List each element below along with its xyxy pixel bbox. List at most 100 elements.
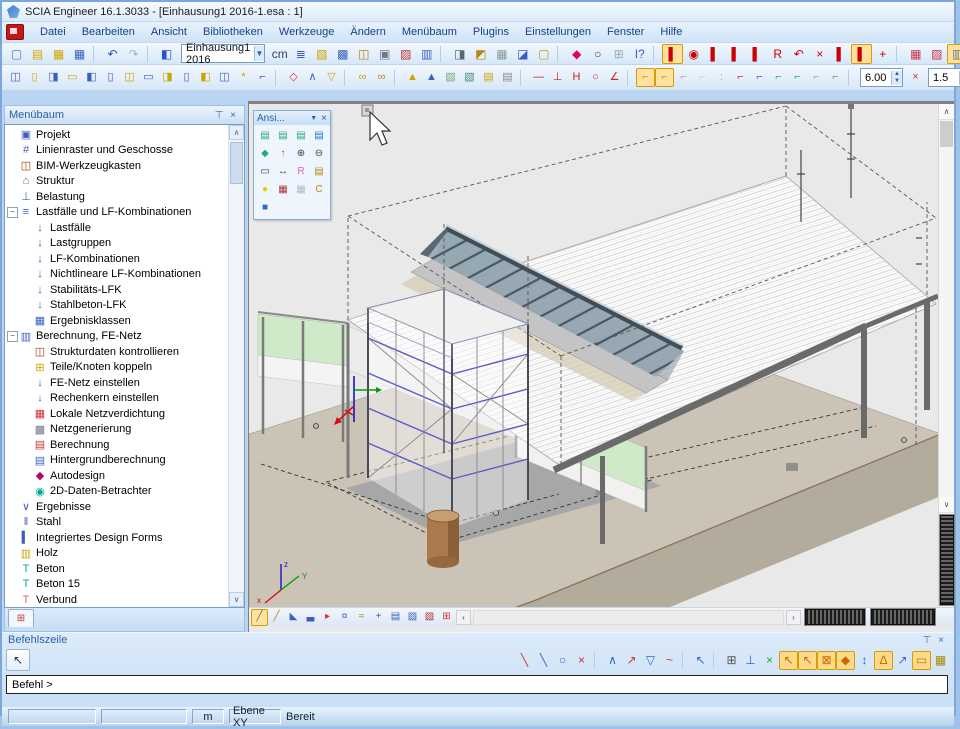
- view-settings-icon[interactable]: ▤: [310, 163, 328, 181]
- 3d-viewport-canvas[interactable]: z Y x Ansi...: [249, 104, 938, 607]
- scrollbar-thumb[interactable]: [940, 121, 953, 147]
- menu-item[interactable]: Plugins: [465, 24, 517, 40]
- chevron-down-icon[interactable]: ▼: [310, 115, 317, 122]
- point-snap-icon[interactable]: ◆: [836, 651, 855, 670]
- tree-item-berechnung[interactable]: ▤ Berechnung: [5, 437, 228, 453]
- tree-expander[interactable]: −: [7, 331, 18, 342]
- save-all-icon[interactable]: ▦: [48, 44, 69, 64]
- intersection-snap-icon[interactable]: ↖: [798, 651, 817, 670]
- zoom-window-icon[interactable]: ▭: [256, 163, 274, 181]
- scale-spinner[interactable]: 6.00 ▲▼: [860, 68, 903, 87]
- tree-expander[interactable]: [21, 378, 32, 387]
- tree-expander[interactable]: [21, 239, 32, 248]
- tree-expander[interactable]: [21, 471, 32, 480]
- extend-icon[interactable]: ×: [906, 68, 925, 87]
- clipping-box-icon[interactable]: C: [310, 181, 328, 199]
- cross-link-icon[interactable]: ▽: [322, 68, 341, 87]
- zoom-selection-icon[interactable]: R: [292, 163, 310, 181]
- project-window-icon[interactable]: ◧: [156, 44, 177, 64]
- tree-item-lastgruppen[interactable]: ↓ Lastgruppen: [5, 236, 228, 252]
- view-cube-icon[interactable]: ■: [256, 199, 274, 217]
- line-perpendicular-icon[interactable]: ⊥: [548, 68, 567, 87]
- support-fixed-icon[interactable]: ▲: [403, 68, 422, 87]
- menu-item[interactable]: Ändern: [342, 24, 393, 40]
- wall-corner4-icon[interactable]: ⌐: [693, 68, 712, 87]
- tree-item-lastfaelle[interactable]: ↓ Lastfälle: [5, 220, 228, 236]
- scroll-up-icon[interactable]: ∧: [939, 104, 954, 120]
- close-icon[interactable]: ×: [226, 110, 240, 121]
- tree-item-nichtlineare-lfk[interactable]: ↓ Nichtlineare LF-Kombinationen: [5, 267, 228, 283]
- load-combination-icon[interactable]: ▌: [725, 44, 746, 64]
- layers-icon[interactable]: ≣: [290, 44, 311, 64]
- tree-item-ergebnisklassen[interactable]: ▦ Ergebnisklassen: [5, 313, 228, 329]
- status-unit[interactable]: m: [192, 709, 224, 724]
- member-haunch-icon[interactable]: ⌐: [253, 68, 272, 87]
- member-rafter-icon[interactable]: ◨: [44, 68, 63, 87]
- chevron-down-icon[interactable]: ▼: [254, 46, 265, 61]
- zoom-all-icon[interactable]: ↔: [274, 163, 292, 181]
- member-subregion-icon[interactable]: ▯: [177, 68, 196, 87]
- support-pinned-icon[interactable]: ▲: [422, 68, 441, 87]
- load-group-icon[interactable]: ◉: [683, 44, 704, 64]
- tree-expander[interactable]: [21, 487, 32, 496]
- pencil-draw-icon[interactable]: ╱: [268, 609, 285, 626]
- view-top-icon[interactable]: ▤: [292, 127, 310, 145]
- hinge-icon[interactable]: ◇: [284, 68, 303, 87]
- support-surface-icon[interactable]: ▧: [441, 68, 460, 87]
- tree-expander[interactable]: [7, 177, 18, 186]
- tree-item-stabilitaets-lfk[interactable]: ↓ Stabilitäts-LFK: [5, 282, 228, 298]
- wall-end-icon[interactable]: ⌐: [826, 68, 845, 87]
- gallery-icon[interactable]: ▣: [374, 44, 395, 64]
- tree-expander[interactable]: [7, 518, 18, 527]
- load-curve-icon[interactable]: R: [767, 44, 788, 64]
- wall-corner2-icon[interactable]: ⌐: [655, 68, 674, 87]
- render-b-icon[interactable]: ▦: [292, 181, 310, 199]
- load-add-icon[interactable]: ▌: [830, 44, 851, 64]
- tree-expander[interactable]: [7, 502, 18, 511]
- tree-expander[interactable]: [7, 595, 18, 604]
- tree-item-teile-knoten[interactable]: ⊞ Teile/Knoten koppeln: [5, 360, 228, 376]
- cross-snap-icon[interactable]: ⊠: [817, 651, 836, 670]
- tree-expander[interactable]: [7, 146, 18, 155]
- status-plane[interactable]: Ebene XY: [229, 709, 281, 724]
- tree-item-fe-netz[interactable]: ↓ FE-Netz einstellen: [5, 375, 228, 391]
- picture-icon[interactable]: ▨: [421, 609, 438, 626]
- redo-icon[interactable]: ↷: [123, 44, 144, 64]
- zoom-out-icon[interactable]: ⊖: [310, 145, 328, 163]
- tree-expander[interactable]: [21, 254, 32, 263]
- tree-expander[interactable]: [7, 549, 18, 558]
- scrollbar-thumb[interactable]: [230, 142, 243, 184]
- selection-cursor-button[interactable]: ↖: [6, 649, 30, 671]
- tree-item-rechenkern[interactable]: ↓ Rechenkern einstellen: [5, 391, 228, 407]
- support-line-icon[interactable]: ▧: [460, 68, 479, 87]
- pin-icon[interactable]: ⊤: [212, 110, 226, 121]
- printer-icon[interactable]: ◨: [449, 44, 470, 64]
- member-column-icon[interactable]: ◫: [6, 68, 25, 87]
- tree-expander[interactable]: [21, 425, 32, 434]
- tree-expander[interactable]: [21, 347, 32, 356]
- tree-item-ergebnisse[interactable]: ∨ Ergebnisse: [5, 499, 228, 515]
- image-icon[interactable]: ▨: [404, 609, 421, 626]
- calculator-icon[interactable]: ▦: [491, 44, 512, 64]
- tree-item-bim[interactable]: ◫ BIM-Werkzeugkasten: [5, 158, 228, 174]
- item-info-icon[interactable]: I?: [629, 44, 650, 64]
- dot-grid-icon[interactable]: ⊞: [608, 44, 629, 64]
- menu-item[interactable]: Einstellungen: [517, 24, 599, 40]
- result-grid-icon[interactable]: ▦: [905, 44, 926, 64]
- save-icon[interactable]: ▦: [69, 44, 90, 64]
- menu-item[interactable]: Ansicht: [143, 24, 195, 40]
- viewport-vertical-scrollbar[interactable]: ∧ ∨: [938, 104, 954, 607]
- axes-icon[interactable]: +: [370, 609, 387, 626]
- load-case-icon[interactable]: ▌: [704, 44, 725, 64]
- chart-icon[interactable]: ▃: [302, 609, 319, 626]
- tree-expander[interactable]: [7, 161, 18, 170]
- member-opening-icon[interactable]: ◨: [158, 68, 177, 87]
- close-icon[interactable]: ×: [321, 113, 327, 124]
- close-icon[interactable]: ×: [934, 635, 948, 646]
- new-document-icon[interactable]: ▢: [6, 44, 27, 64]
- rigid-arm-icon[interactable]: ∞: [353, 68, 372, 87]
- line-icon[interactable]: —: [529, 68, 548, 87]
- member-purlin-icon[interactable]: ▭: [63, 68, 82, 87]
- polygon-snap-icon[interactable]: ∆: [874, 651, 893, 670]
- ortho-snap-icon[interactable]: ↕: [855, 651, 874, 670]
